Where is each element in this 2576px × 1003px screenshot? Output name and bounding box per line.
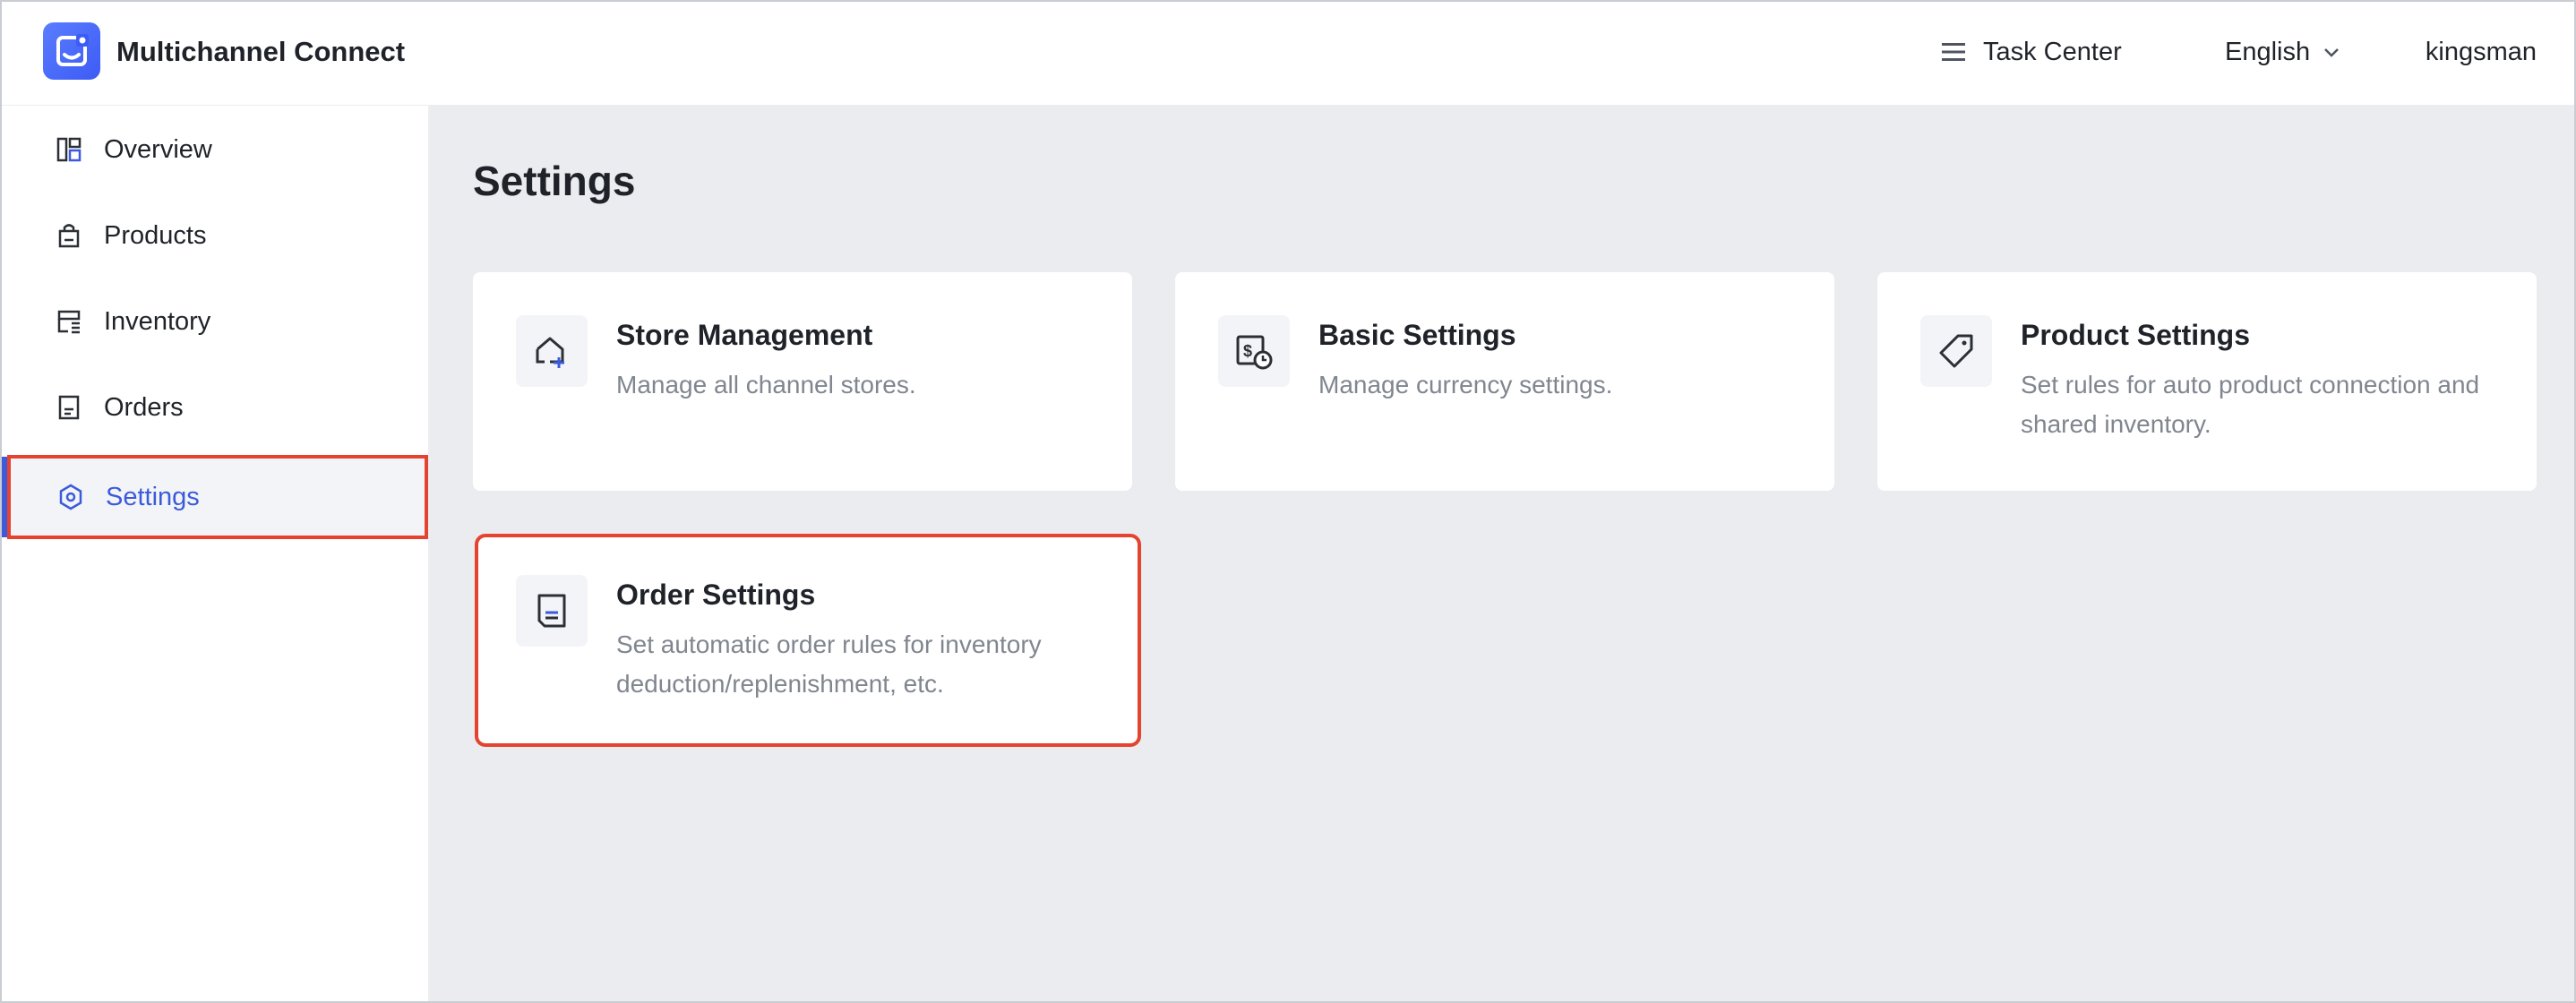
top-header: Multichannel Connect Task Center English… (2, 2, 2574, 106)
sidebar-item-overview[interactable]: Overview (7, 109, 426, 190)
sidebar-item-label: Inventory (104, 306, 211, 336)
sidebar-item-label: Settings (106, 482, 200, 511)
card-title: Basic Settings (1318, 319, 1516, 351)
language-label: English (2225, 38, 2311, 66)
task-center-button[interactable]: Task Center (1942, 34, 2122, 70)
page-title: Settings (473, 158, 636, 204)
app-title: Multichannel Connect (116, 36, 406, 67)
basic-settings-card[interactable]: $ Basic Settings Manage currency setting… (1175, 272, 1834, 491)
app-logo-icon (43, 22, 100, 80)
task-center-label: Task Center (1983, 38, 2122, 66)
card-description: Manage all channel stores. (616, 371, 916, 399)
order-settings-card[interactable]: Order Settings Set automatic order rules… (475, 534, 1141, 747)
card-description: Set rules for auto product connection an… (2021, 371, 2480, 438)
currency-icon: $ (1218, 315, 1290, 387)
card-title: Order Settings (616, 579, 816, 611)
language-selector[interactable]: English (2225, 34, 2340, 70)
store-add-icon (516, 315, 588, 387)
store-management-card[interactable]: Store Management Manage all channel stor… (473, 272, 1132, 491)
sidebar-item-products[interactable]: Products (7, 195, 426, 276)
inventory-icon (56, 308, 82, 335)
sidebar-item-orders[interactable]: Orders (7, 367, 426, 448)
menu-icon (1942, 43, 1965, 61)
orders-icon (56, 394, 82, 421)
card-title: Store Management (616, 319, 873, 351)
sidebar-item-inventory[interactable]: Inventory (7, 281, 426, 362)
tag-icon (1920, 315, 1992, 387)
sidebar-item-settings[interactable]: Settings (2, 455, 428, 539)
chevron-down-icon (2324, 48, 2340, 57)
shopping-bag-icon (56, 222, 82, 249)
main-content: Settings Store Management Manage all cha… (430, 106, 2574, 1001)
product-settings-card[interactable]: Product Settings Set rules for auto prod… (1877, 272, 2537, 491)
app-window: Multichannel Connect Task Center English… (0, 0, 2576, 1003)
sidebar-item-label: Products (104, 220, 207, 250)
order-doc-icon (516, 575, 588, 647)
overview-icon (56, 136, 82, 163)
settings-icon (57, 484, 84, 510)
user-menu[interactable]: kingsman (2426, 34, 2537, 70)
card-title: Product Settings (2021, 319, 2251, 351)
sidebar-item-label: Overview (104, 134, 212, 164)
svg-text:$: $ (1243, 342, 1252, 360)
sidebar: Overview Products Inventory Orders Setti… (2, 106, 430, 1001)
card-description: Set automatic order rules for inventory … (616, 630, 1042, 698)
sidebar-item-label: Orders (104, 392, 184, 422)
card-description: Manage currency settings. (1318, 371, 1613, 399)
